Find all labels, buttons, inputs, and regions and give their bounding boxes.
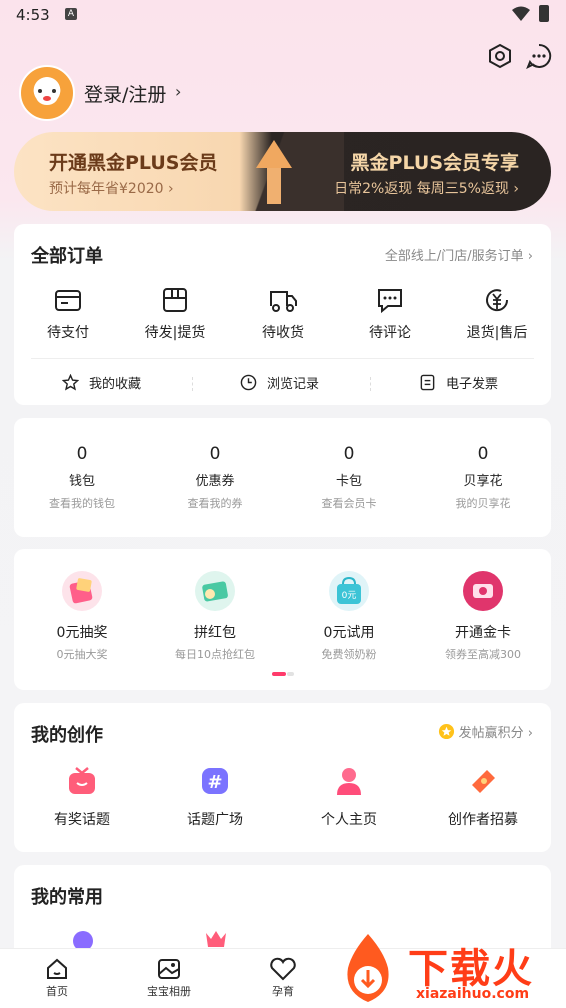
watermark-logo: 下载火 xiazaihuo.com (330, 930, 566, 1008)
upgrade-arrow-icon (267, 166, 281, 204)
svg-text:0元: 0元 (342, 591, 357, 601)
beixianghua-entry[interactable]: 0 贝享花 我的贝享花 (423, 444, 543, 511)
svg-text:#: # (207, 772, 222, 793)
chevron-right-icon: › (175, 82, 182, 101)
settings-hexagon-icon[interactable] (487, 43, 513, 69)
yen-refund-icon (486, 289, 509, 312)
card-pack-entry[interactable]: 0 卡包 查看会员卡 (289, 444, 409, 511)
person-icon (337, 768, 361, 795)
box-icon (163, 288, 187, 312)
customer-service-icon[interactable] (69, 927, 97, 949)
order-pending-payment[interactable]: 待支付 (28, 286, 108, 342)
plus-cashback-text: 日常2%返现 每周三5%返现 › (334, 181, 519, 197)
invoice-icon (420, 374, 435, 391)
trial-bag-icon: 0元 (329, 571, 369, 611)
plus-exclusive-title: 黑金PLUS会员专享 (350, 152, 519, 174)
promotions-card: 0元抽奖 0元抽大奖 拼红包 每日10点抢红包 0元 0元试用 免费领奶粉 开通… (14, 549, 551, 690)
orders-card: 全部订单 全部线上/门店/服务订单 › 待支付 待发|提货 待收货 待评论 退货… (14, 224, 551, 405)
wallet-card-icon (55, 290, 81, 311)
reward-topic-entry[interactable]: 有奖话题 (22, 765, 142, 829)
order-refund-after-sale[interactable]: 退货|售后 (457, 286, 537, 342)
watermark-url: xiazaihuo.com (416, 986, 530, 1002)
photo-album-icon (158, 959, 180, 979)
gold-card-icon (463, 571, 503, 611)
browsing-history-link[interactable]: 浏览记录 (240, 373, 319, 392)
star-icon (62, 374, 79, 391)
plus-open-title: 开通黑金PLUS会员 (49, 152, 218, 174)
orders-title: 全部订单 (31, 246, 103, 267)
gift-topic-icon (69, 767, 95, 794)
coupons-entry[interactable]: 0 优惠券 查看我的券 (155, 444, 275, 511)
lottery-icon (62, 571, 102, 611)
group-red-packet-entry[interactable]: 拼红包 每日10点抢红包 (155, 570, 275, 662)
tab-pregnancy[interactable]: 孕育 (248, 957, 318, 999)
creation-title: 我的创作 (31, 725, 103, 746)
carousel-indicator (272, 672, 294, 676)
comment-icon (378, 289, 402, 314)
megaphone-icon (472, 770, 495, 793)
notification-badge: A (65, 8, 77, 20)
e-invoice-link[interactable]: 电子发票 (419, 373, 498, 392)
coin-star-icon (438, 723, 454, 740)
tab-baby-album[interactable]: 宝宝相册 (134, 957, 204, 999)
personal-homepage-entry[interactable]: 个人主页 (289, 765, 409, 829)
home-icon (47, 958, 67, 979)
favorites-link[interactable]: 我的收藏 (62, 373, 141, 392)
creator-recruit-entry[interactable]: 创作者招募 (423, 765, 543, 829)
order-to-receive[interactable]: 待收货 (243, 286, 323, 342)
free-lottery-entry[interactable]: 0元抽奖 0元抽大奖 (22, 570, 142, 662)
clock-icon (240, 374, 257, 391)
order-to-ship[interactable]: 待发|提货 (135, 286, 215, 342)
all-orders-link[interactable]: 全部线上/门店/服务订单 › (385, 245, 533, 264)
flame-download-icon (347, 934, 389, 1002)
plus-savings-text: 预计每年省¥2020 › (49, 181, 174, 197)
heart-hands-icon (270, 957, 296, 981)
battery-icon (539, 5, 549, 22)
message-icon[interactable] (526, 43, 552, 69)
wallet-entry[interactable]: 0 钱包 查看我的钱包 (22, 444, 142, 511)
hashtag-icon: # (202, 768, 228, 794)
login-register-link[interactable]: 登录/注册 (84, 80, 166, 107)
status-bar: 4:53 A (0, 0, 566, 30)
plus-membership-banner[interactable]: 开通黑金PLUS会员 预计每年省¥2020 › 黑金PLUS会员专享 日常2%返… (14, 132, 551, 211)
common-title: 我的常用 (31, 887, 103, 908)
tulip-icon[interactable] (202, 927, 230, 949)
free-trial-entry[interactable]: 0元 0元试用 免费领奶粉 (289, 570, 409, 662)
avatar[interactable] (19, 65, 75, 121)
tab-home[interactable]: 首页 (22, 957, 92, 999)
status-time: 4:53 (16, 6, 50, 24)
order-to-review[interactable]: 待评论 (350, 286, 430, 342)
post-for-points-link[interactable]: 发帖赢积分 › (438, 722, 533, 741)
red-packet-icon (195, 571, 235, 611)
topic-square-entry[interactable]: # 话题广场 (155, 765, 275, 829)
truck-icon (270, 291, 297, 312)
wifi-icon (512, 6, 530, 21)
assets-card: 0 钱包 查看我的钱包 0 优惠券 查看我的券 0 卡包 查看会员卡 0 贝享花… (14, 418, 551, 537)
gold-card-entry[interactable]: 开通金卡 领券至高减300 (423, 570, 543, 662)
my-creation-card: 我的创作 发帖赢积分 › 有奖话题 # 话题广场 个人主页 创作者招募 (14, 703, 551, 852)
